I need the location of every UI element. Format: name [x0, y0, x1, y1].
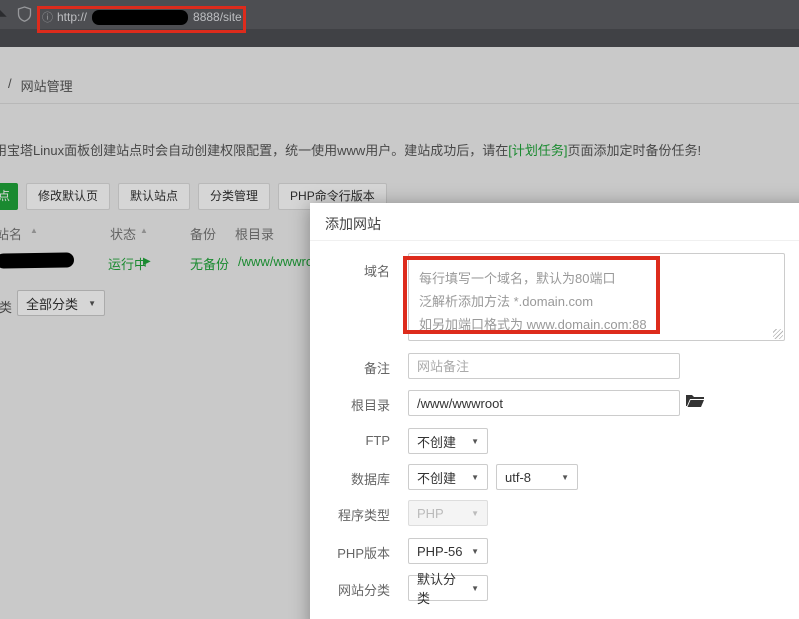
modify-default-page-button[interactable]: 修改默认页	[26, 183, 110, 210]
site-category-value: 默认分类	[417, 569, 465, 607]
site-name-redaction	[0, 252, 74, 268]
row-backup-link[interactable]: 无备份	[190, 254, 229, 273]
sort-asc-icon[interactable]: ▲	[140, 226, 148, 235]
col-site-name[interactable]: 站名	[0, 224, 22, 243]
cron-task-link[interactable]: [计划任务]	[508, 143, 567, 158]
category-filter-label: 类	[0, 297, 12, 316]
default-site-button[interactable]: 默认站点	[118, 183, 190, 210]
program-type-label: 程序类型	[310, 505, 390, 524]
add-site-button[interactable]: 点	[0, 183, 18, 210]
site-category-label: 网站分类	[310, 580, 390, 599]
row-status[interactable]: 运行中	[108, 254, 147, 273]
shield-extension-icon[interactable]	[17, 6, 32, 27]
program-type-value: PHP	[417, 506, 444, 521]
breadcrumb-divider	[0, 103, 799, 104]
php-version-select[interactable]: PHP-56 ▼	[408, 538, 488, 564]
note-text: 用宝塔Linux面板创建站点时会自动创建权限配置，统一使用www用户。建站成功后…	[0, 143, 508, 158]
breadcrumb: / 网站管理	[8, 76, 73, 95]
chevron-down-icon: ▼	[561, 473, 569, 482]
remark-input[interactable]	[408, 353, 680, 379]
chevron-down-icon: ▼	[471, 473, 479, 482]
chevron-down-icon: ▼	[471, 547, 479, 556]
col-backup: 备份	[190, 224, 216, 243]
charset-value: utf-8	[505, 470, 531, 485]
col-status[interactable]: 状态	[110, 224, 136, 243]
program-type-select: PHP ▼	[408, 500, 488, 526]
browser-partial-icon: ◣	[0, 2, 7, 19]
sort-asc-icon[interactable]: ▲	[30, 226, 38, 235]
ftp-value: 不创建	[417, 432, 456, 451]
chevron-down-icon: ▼	[88, 299, 96, 308]
remark-label: 备注	[310, 358, 390, 377]
charset-select[interactable]: utf-8 ▼	[496, 464, 578, 490]
category-filter-select[interactable]: 全部分类 ▼	[17, 290, 105, 316]
col-root-dir: 根目录	[235, 224, 274, 243]
breadcrumb-slash: /	[8, 76, 12, 95]
category-manage-button[interactable]: 分类管理	[198, 183, 270, 210]
domain-label: 域名	[310, 261, 390, 280]
site-category-select[interactable]: 默认分类 ▼	[408, 575, 488, 601]
note-suffix: 页面添加定时备份任务!	[567, 143, 701, 158]
database-label: 数据库	[310, 469, 390, 488]
root-dir-input[interactable]	[408, 390, 680, 416]
resize-handle[interactable]	[773, 329, 783, 339]
database-value: 不创建	[417, 468, 456, 487]
annotation-box-url	[37, 6, 246, 33]
category-filter-value: 全部分类	[26, 294, 78, 313]
panel-hint-note: 用宝塔Linux面板创建站点时会自动创建权限配置，统一使用www用户。建站成功后…	[0, 140, 701, 159]
modal-title-divider	[310, 240, 799, 241]
play-icon[interactable]: ▶	[143, 256, 151, 267]
breadcrumb-title: 网站管理	[21, 76, 73, 95]
ftp-label: FTP	[310, 433, 390, 448]
modal-title: 添加网站	[325, 214, 381, 234]
ftp-select[interactable]: 不创建 ▼	[408, 428, 488, 454]
annotation-box-domain	[403, 256, 660, 334]
chevron-down-icon: ▼	[471, 509, 479, 518]
folder-icon[interactable]	[686, 393, 704, 409]
php-version-label: PHP版本	[310, 543, 390, 562]
chevron-down-icon: ▼	[471, 437, 479, 446]
database-select[interactable]: 不创建 ▼	[408, 464, 488, 490]
chevron-down-icon: ▼	[471, 584, 479, 593]
php-version-value: PHP-56	[417, 544, 463, 559]
root-dir-label: 根目录	[310, 395, 390, 414]
